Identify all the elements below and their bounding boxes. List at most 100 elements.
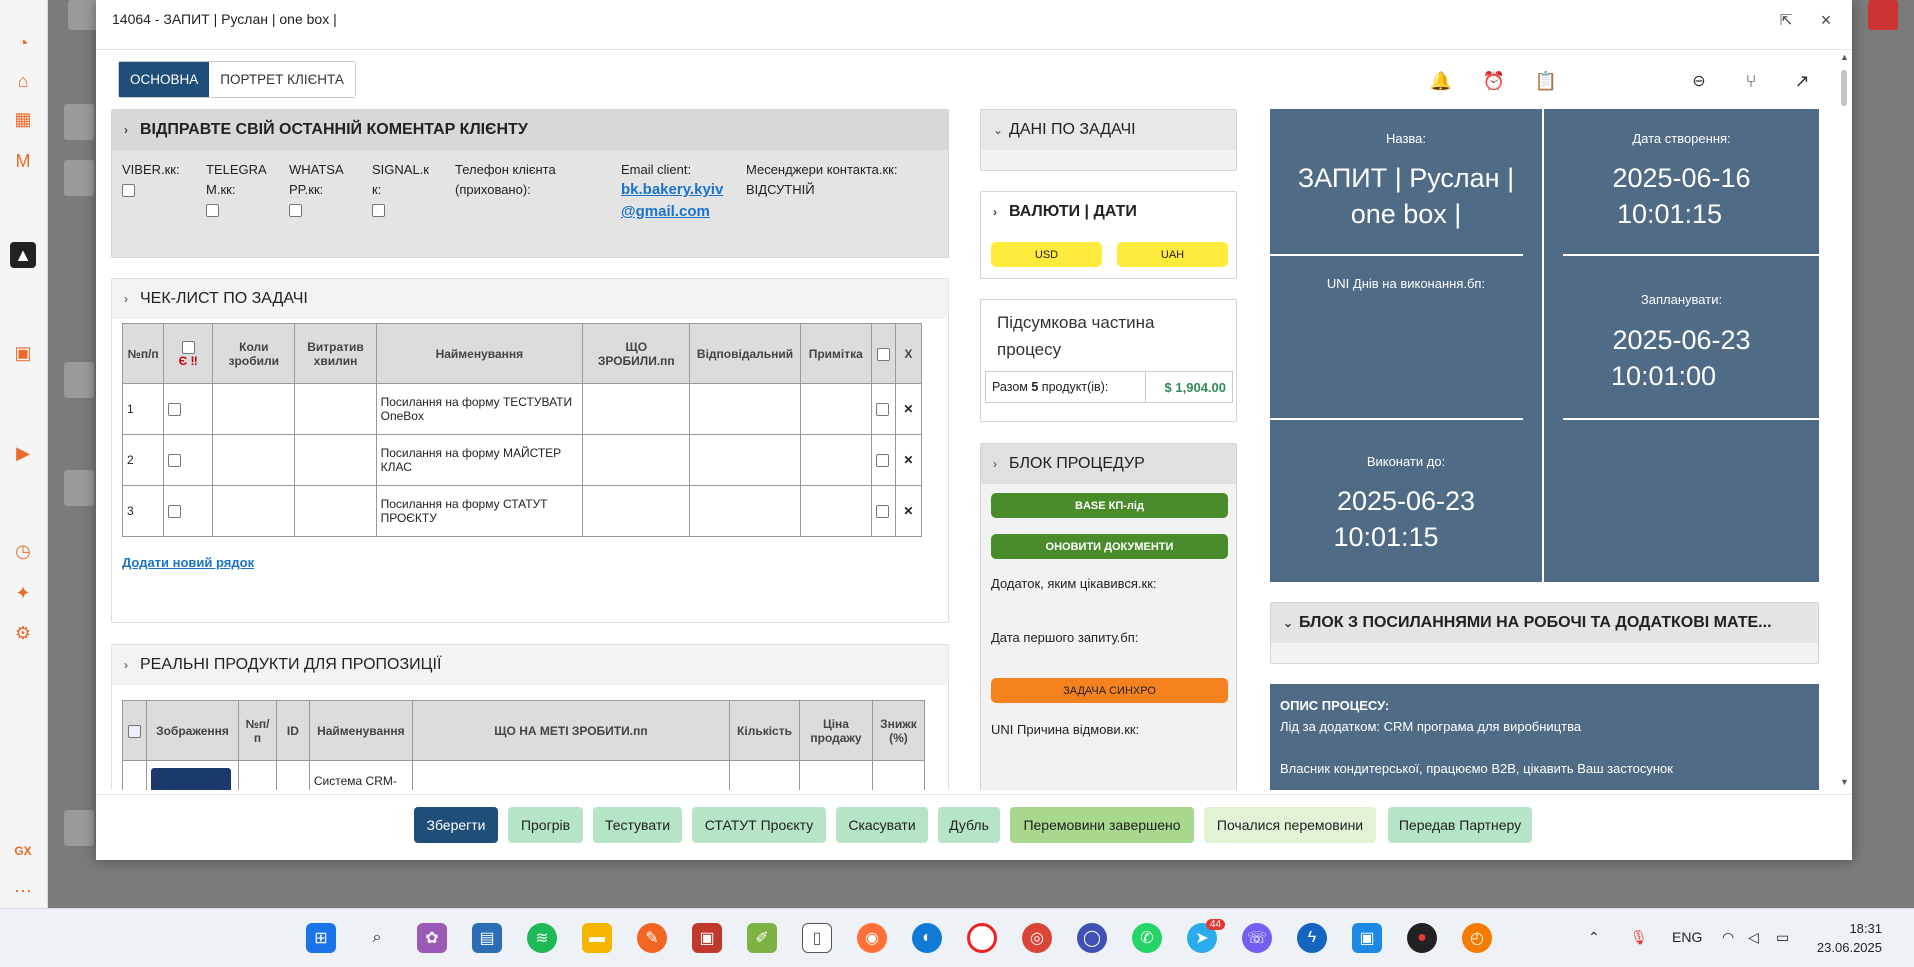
bolt-app-icon[interactable]: ϟ xyxy=(1297,923,1327,953)
edge-icon[interactable]: ◐ xyxy=(912,923,942,953)
row-checkbox[interactable] xyxy=(168,403,182,417)
row-when[interactable] xyxy=(212,383,296,435)
row-minutes[interactable] xyxy=(294,383,377,435)
whatsapp-checkbox[interactable] xyxy=(289,204,302,218)
signal-app-icon[interactable]: ◯ xyxy=(1077,923,1107,953)
arrow-circle-icon[interactable]: ↗ xyxy=(1789,68,1815,94)
play-icon[interactable]: ▶ xyxy=(10,440,36,466)
row-minutes[interactable] xyxy=(294,434,377,486)
clock-time[interactable]: 18:31 xyxy=(1822,921,1882,936)
row-minutes[interactable] xyxy=(294,485,377,537)
statute-button[interactable]: СТАТУТ Проєкту xyxy=(692,807,826,843)
select-all-checkbox[interactable] xyxy=(181,340,195,354)
save-button[interactable]: Зберегти xyxy=(414,807,498,843)
telegram-checkbox[interactable] xyxy=(206,204,219,218)
row-checkbox[interactable] xyxy=(168,454,182,468)
windows-start-icon[interactable]: ⊞ xyxy=(306,923,336,953)
checklist-header[interactable]: › ЧЕК-ЛИСТ ПО ЗАДАЧІ xyxy=(112,279,948,319)
cancel-button[interactable]: Скасувати xyxy=(836,807,928,843)
task-data-header[interactable]: ⌄ ДАНІ ПО ЗАДАЧІ xyxy=(981,110,1236,150)
store-icon[interactable]: ▤ xyxy=(472,923,502,953)
tab-client-portrait[interactable]: ПОРТРЕТ КЛІЄНТА xyxy=(209,62,355,97)
row-note[interactable] xyxy=(799,434,872,486)
save-app-icon[interactable]: ▣ xyxy=(1352,923,1382,953)
twitch-icon[interactable]: ▣ xyxy=(10,340,36,366)
gx-icon[interactable]: GX xyxy=(10,838,36,864)
links-block-header[interactable]: ⌄ БЛОК З ПОСИЛАННЯМИ НА РОБОЧІ ТА ДОДАТКО… xyxy=(1271,603,1818,643)
negotiations-done-button[interactable]: Перемовини завершено xyxy=(1010,807,1194,843)
firefox-icon[interactable]: ◉ xyxy=(857,923,887,953)
clock-icon[interactable]: ◷ xyxy=(10,538,36,564)
close-icon[interactable]: × xyxy=(1814,8,1838,32)
negotiations-started-button[interactable]: Почалися перемовини xyxy=(1204,807,1376,843)
mail-icon[interactable]: M xyxy=(10,148,36,174)
paint-icon[interactable]: ✐ xyxy=(747,923,777,953)
clock-date[interactable]: 23.06.2025 xyxy=(1812,940,1882,955)
add-row-link[interactable]: Додати новий рядок xyxy=(122,553,254,573)
row-responsible[interactable] xyxy=(689,383,801,435)
minus-circle-icon[interactable]: ⊖ xyxy=(1686,68,1712,94)
language-indicator[interactable]: ENG xyxy=(1672,929,1702,945)
viber-icon[interactable]: ☏ xyxy=(1242,923,1272,953)
document-icon[interactable]: ▯ xyxy=(802,923,832,953)
row-note[interactable] xyxy=(799,383,872,435)
grid-icon[interactable]: ▦ xyxy=(10,106,36,132)
cart-icon[interactable]: ⌂ xyxy=(10,68,36,94)
delete-icon[interactable]: ✕ xyxy=(894,485,923,537)
row-responsible[interactable] xyxy=(689,434,801,486)
partner-button[interactable]: Передав Партнеру xyxy=(1388,807,1532,843)
whatsapp-icon[interactable]: ✆ xyxy=(1132,923,1162,953)
chevron-up-icon[interactable]: ⌃ xyxy=(1588,929,1600,946)
currency-header[interactable]: › ВАЛЮТИ | ДАТИ xyxy=(981,192,1236,232)
folder-icon[interactable]: ▬ xyxy=(582,923,612,953)
more-icon[interactable]: ⋯ xyxy=(10,878,36,904)
header-checkbox[interactable] xyxy=(876,347,890,361)
update-documents-button[interactable]: ОНОВИТИ ДОКУМЕНТИ xyxy=(991,534,1228,559)
puzzle-icon[interactable]: ✦ xyxy=(10,580,36,606)
opera-icon[interactable] xyxy=(967,923,997,953)
uah-button[interactable]: UAH xyxy=(1117,242,1228,267)
row-done[interactable] xyxy=(582,434,691,486)
merge-icon[interactable]: ⑂ xyxy=(1738,68,1764,94)
comment-panel-header[interactable]: › ВІДПРАВТЕ СВІЙ ОСТАННІЙ КОМЕНТАР КЛІЄНТ… xyxy=(112,110,948,150)
scroll-thumb[interactable] xyxy=(1841,70,1847,106)
usd-button[interactable]: USD xyxy=(991,242,1102,267)
row-note[interactable] xyxy=(799,485,872,537)
copilot-icon[interactable]: ✿ xyxy=(417,923,447,953)
row-when[interactable] xyxy=(212,434,296,486)
products-header[interactable]: › РЕАЛЬНІ ПРОДУКТИ ДЛЯ ПРОПОЗИЦІЇ xyxy=(112,645,948,685)
row-checkbox[interactable] xyxy=(168,505,182,519)
settings-icon[interactable]: ⚙ xyxy=(10,620,36,646)
clipboard-icon[interactable]: 📋 xyxy=(1533,68,1559,94)
procedures-header[interactable]: › БЛОК ПРОЦЕДУР xyxy=(981,444,1236,484)
delete-icon[interactable]: ✕ xyxy=(894,434,923,486)
search-icon[interactable]: ⌕ xyxy=(362,923,392,953)
capture-app-icon[interactable]: ▣ xyxy=(692,923,722,953)
pen-app-icon[interactable]: ✎ xyxy=(637,923,667,953)
wifi-icon[interactable]: ◠ xyxy=(1722,929,1734,946)
signal-checkbox[interactable] xyxy=(372,204,385,218)
chrome-icon[interactable]: ◎ xyxy=(1022,923,1052,953)
volume-icon[interactable]: ◁ xyxy=(1748,929,1759,946)
app-icon[interactable]: ▲ xyxy=(10,242,36,268)
gear-icon[interactable]: ⚙▾ xyxy=(1848,68,1852,94)
sync-task-button[interactable]: ЗАДАЧА СИНХРО xyxy=(991,678,1228,703)
viber-checkbox[interactable] xyxy=(122,184,135,198)
bell-icon[interactable]: 🔔 xyxy=(1428,68,1454,94)
scroll-up-icon[interactable]: ▲ xyxy=(1840,52,1849,62)
product-image[interactable] xyxy=(150,767,231,790)
row-done[interactable] xyxy=(582,485,691,537)
products-select-all[interactable] xyxy=(127,724,141,738)
spotify-icon[interactable]: ≋ xyxy=(527,923,557,953)
email-link-2[interactable]: @gmail.com xyxy=(621,202,710,222)
row-done[interactable] xyxy=(582,383,691,435)
battery-icon[interactable]: ▭ xyxy=(1776,929,1789,946)
record-icon[interactable]: ● xyxy=(1407,923,1437,953)
tab-main[interactable]: ОСНОВНА xyxy=(119,62,210,97)
scroll-down-icon[interactable]: ▼ xyxy=(1840,777,1849,787)
base-kp-button[interactable]: BASE КП-лід xyxy=(991,493,1228,518)
delete-icon[interactable]: ✕ xyxy=(894,383,923,435)
microphone-icon[interactable]: 🎙 xyxy=(1630,929,1648,946)
speed-icon[interactable]: ◔ xyxy=(10,30,36,56)
alarm-icon[interactable]: ⏰ xyxy=(1481,68,1507,94)
